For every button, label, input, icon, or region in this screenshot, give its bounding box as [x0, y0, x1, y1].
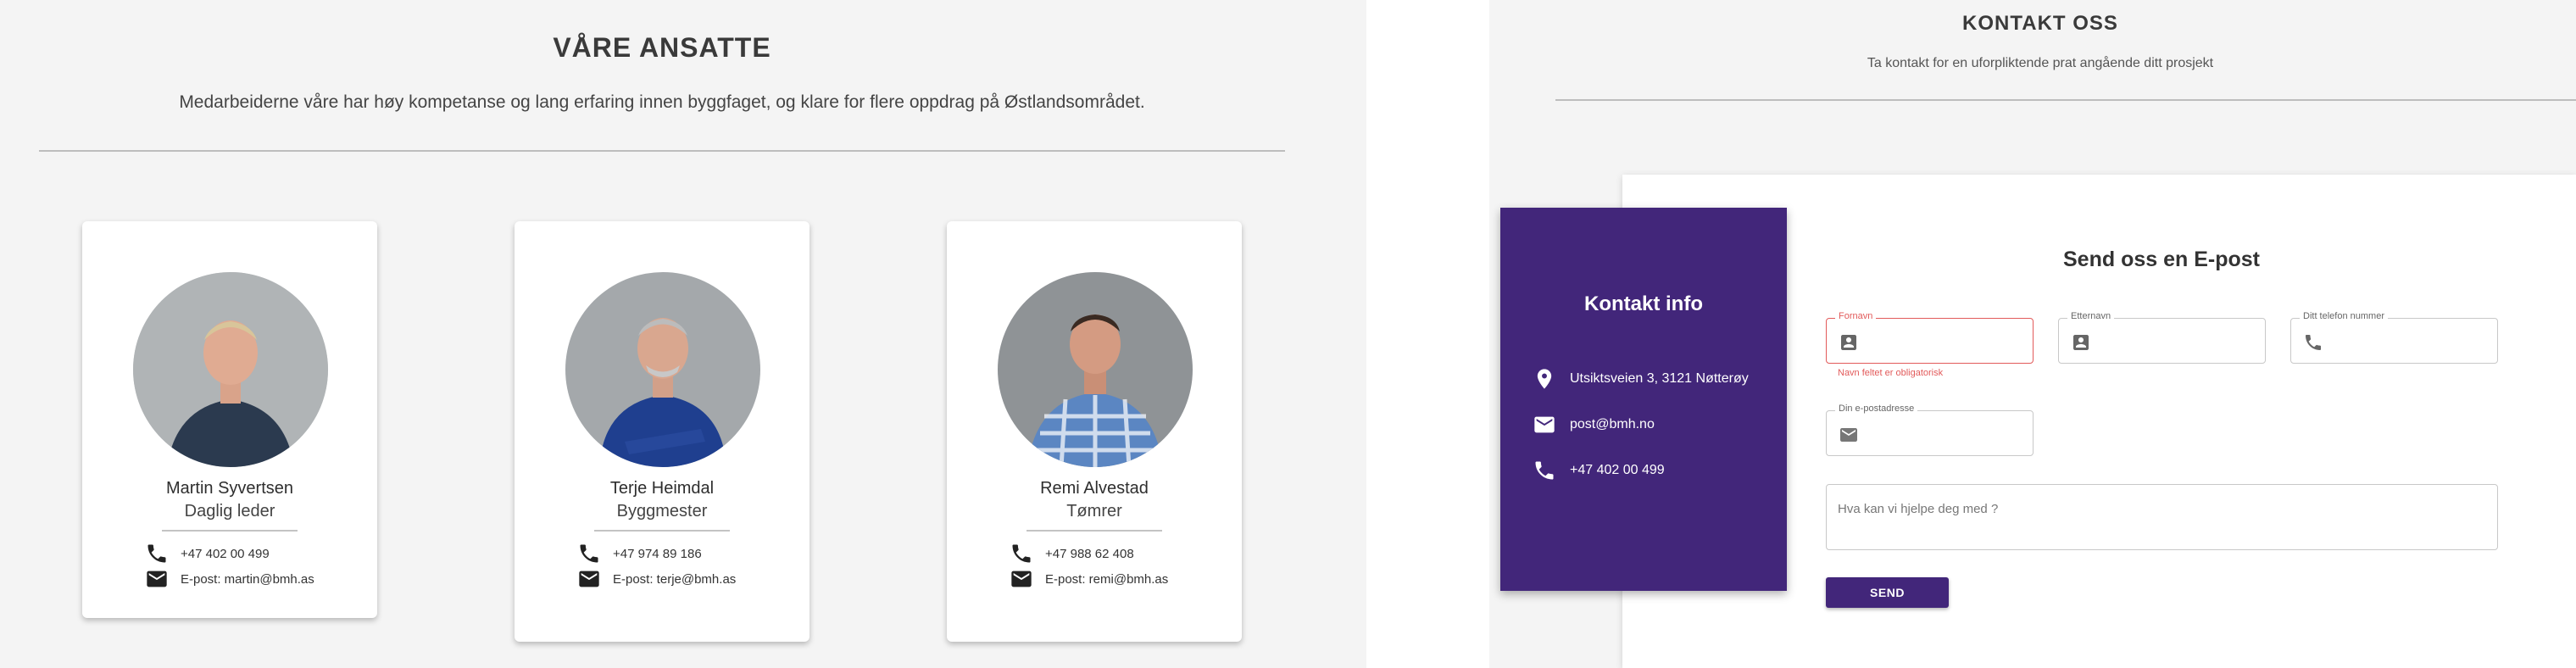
card-divider	[594, 530, 730, 532]
contact-subtitle: Ta kontakt for en uforpliktende prat ang…	[1867, 56, 2214, 70]
person-card-icon	[2073, 335, 2089, 350]
phone-label: Ditt telefon nummer	[2300, 311, 2388, 321]
address-row: Utsiktsveien 3, 3121 Nøtterøy	[1533, 365, 1749, 392]
employee-photo	[565, 272, 760, 467]
contact-info-title: Kontakt info	[1584, 292, 1703, 315]
first-name-label: Fornavn	[1835, 311, 1877, 321]
employee-phone-row[interactable]: +47 974 89 186	[577, 542, 702, 565]
section-divider	[39, 150, 1285, 152]
contact-title: KONTAKT OSS	[1962, 12, 2118, 35]
mail-icon	[1011, 571, 1032, 587]
employee-email: E-post: martin@bmh.as	[181, 571, 314, 587]
form-title: Send oss en E-post	[2063, 248, 2260, 271]
contact-info-panel: Kontakt info Utsiktsveien 3, 3121 Nøtter…	[1500, 208, 1787, 591]
employee-phone: +47 402 00 499	[181, 546, 270, 561]
phone-icon	[580, 544, 598, 563]
employee-card-terje: Terje Heimdal Byggmester +47 974 89 186 …	[515, 221, 810, 642]
employee-card-martin: Martin Syvertsen Daglig leder +47 402 00…	[82, 221, 377, 618]
employee-phone: +47 988 62 408	[1045, 546, 1134, 561]
last-name-field[interactable]: Etternavn	[2058, 311, 2266, 364]
mail-icon	[579, 571, 599, 587]
employees-title: VÅRE ANSATTE	[553, 32, 771, 63]
send-button[interactable]: SEND	[1826, 577, 1949, 608]
phone-icon	[1012, 544, 1031, 563]
employee-email-row[interactable]: E-post: martin@bmh.as	[145, 567, 314, 591]
message-textarea[interactable]: Hva kan vi hjelpe deg med ?	[1826, 484, 2498, 550]
contact-email: post@bmh.no	[1570, 417, 1655, 431]
email-row[interactable]: post@bmh.no	[1533, 411, 1655, 438]
employee-role: Tømrer	[1066, 502, 1122, 520]
employee-phone: +47 974 89 186	[613, 546, 702, 561]
card-divider	[162, 530, 298, 532]
employee-phone-row[interactable]: +47 402 00 499	[145, 542, 270, 565]
email-label: Din e-postadresse	[1835, 404, 1918, 414]
phone-field[interactable]: Ditt telefon nummer	[2290, 311, 2498, 364]
phone-icon	[1535, 461, 1554, 480]
card-divider	[1027, 530, 1162, 532]
phone-row[interactable]: +47 402 00 499	[1533, 457, 1665, 484]
employee-email: E-post: terje@bmh.as	[613, 571, 737, 587]
location-icon	[1537, 369, 1552, 389]
employee-name: Remi Alvestad	[1040, 479, 1149, 498]
contact-phone: +47 402 00 499	[1570, 463, 1665, 477]
employee-name: Terje Heimdal	[609, 479, 715, 498]
employee-email-row[interactable]: E-post: remi@bmh.as	[1010, 567, 1168, 591]
contact-address: Utsiktsveien 3, 3121 Nøtterøy	[1570, 371, 1749, 386]
employee-role: Byggmester	[616, 502, 708, 520]
employees-section: VÅRE ANSATTE Medarbeiderne våre har høy …	[0, 0, 1366, 668]
first-name-field[interactable]: Fornavn	[1826, 311, 2034, 364]
phone-icon	[147, 544, 166, 563]
mail-icon	[147, 571, 167, 587]
employee-phone-row[interactable]: +47 988 62 408	[1010, 542, 1134, 565]
first-name-error: Navn feltet er obligatorisk	[1838, 368, 1944, 378]
employee-card-remi: Remi Alvestad Tømrer +47 988 62 408 E-po…	[947, 221, 1242, 642]
phone-icon	[2306, 335, 2321, 350]
last-name-label: Etternavn	[2067, 311, 2115, 321]
employee-photo	[133, 272, 328, 467]
employee-name: Martin Syvertsen	[165, 479, 294, 498]
employee-email: E-post: remi@bmh.as	[1045, 571, 1169, 587]
mail-icon	[1534, 416, 1555, 433]
employee-photo	[998, 272, 1193, 467]
section-divider	[1555, 99, 2576, 101]
page: VÅRE ANSATTE Medarbeiderne våre har høy …	[0, 0, 2576, 668]
person-card-icon	[1841, 335, 1856, 350]
employees-subtitle: Medarbeiderne våre har høy kompetanse og…	[179, 92, 1145, 112]
mail-icon	[1840, 428, 1857, 442]
email-field[interactable]: Din e-postadresse	[1826, 404, 2034, 456]
employee-email-row[interactable]: E-post: terje@bmh.as	[577, 567, 736, 591]
message-placeholder: Hva kan vi hjelpe deg med ?	[1838, 502, 1999, 516]
employee-role: Daglig leder	[184, 502, 275, 520]
